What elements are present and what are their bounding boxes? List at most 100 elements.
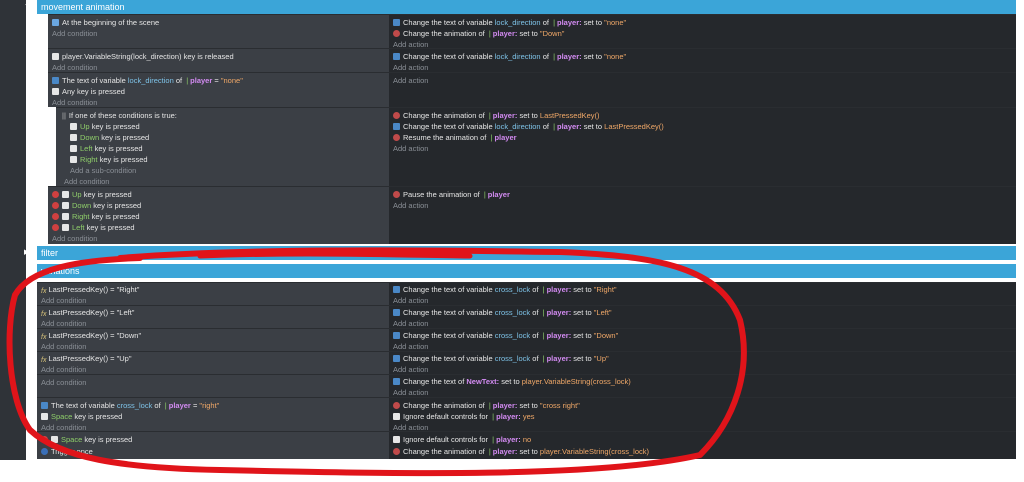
- variable-icon: [393, 123, 400, 130]
- group-variations[interactable]: variations: [37, 264, 1016, 278]
- event-gutter: [0, 0, 28, 460]
- variable-icon: [393, 53, 400, 60]
- event-actions[interactable]: Change the animation of | player: set to …: [389, 397, 1016, 432]
- condition-key-left[interactable]: Left key is pressed: [70, 143, 143, 154]
- function-icon: fx: [41, 311, 47, 318]
- condition-key-released[interactable]: player.VariableString(lock_direction) ke…: [52, 51, 234, 62]
- action-item[interactable]: Change the animation of | player: set to …: [393, 446, 649, 457]
- group-filter[interactable]: filter: [37, 246, 1016, 260]
- event-actions[interactable]: Pause the animation of | player Add actio…: [389, 186, 1016, 244]
- function-icon: fx: [41, 334, 47, 341]
- condition-key-space[interactable]: Space key is pressed: [41, 411, 122, 422]
- action-item[interactable]: Change the animation of | player: set to …: [393, 400, 580, 411]
- event-conditions[interactable]: fx LastPressedKey() = "Down" Add conditio…: [37, 328, 389, 351]
- condition-not-key-space[interactable]: Space key is pressed: [41, 434, 132, 445]
- add-condition-link[interactable]: Add condition: [52, 233, 97, 244]
- condition-variable-compare[interactable]: The text of variable lock_direction of |…: [52, 75, 243, 86]
- add-action-link[interactable]: Add action: [393, 200, 428, 211]
- animation-icon: [393, 112, 400, 119]
- event-conditions[interactable]: fx LastPressedKey() = "Right" Add conditi…: [37, 282, 389, 305]
- action-item[interactable]: Change the text of variable cross_lock o…: [393, 284, 617, 295]
- event-actions[interactable]: Change the text of variable cross_lock o…: [389, 351, 1016, 374]
- add-condition-link[interactable]: Add condition: [52, 28, 97, 39]
- action-item[interactable]: Resume the animation of | player: [393, 132, 517, 143]
- event-conditions[interactable]: At the beginning of the scene Add condit…: [48, 14, 389, 48]
- add-sub-condition-link[interactable]: Add a sub-condition: [70, 165, 136, 176]
- event-conditions[interactable]: Up key is pressed Down key is pressed Ri…: [48, 186, 389, 244]
- event-actions[interactable]: Ignore default controls for | player: no …: [389, 431, 1016, 459]
- condition-variable-compare[interactable]: The text of variable cross_lock of | play…: [41, 400, 219, 411]
- condition-not-key-up[interactable]: Up key is pressed: [52, 189, 132, 200]
- event-conditions[interactable]: fx LastPressedKey() = "Up" Add condition: [37, 351, 389, 374]
- condition-expression[interactable]: fx LastPressedKey() = "Down": [41, 330, 141, 341]
- invert-icon: [52, 224, 59, 231]
- event-actions[interactable]: Change the text of variable cross_lock o…: [389, 328, 1016, 351]
- event-conditions[interactable]: fx LastPressedKey() = "Left" Add conditio…: [37, 305, 389, 328]
- condition-key-up[interactable]: Up key is pressed: [70, 121, 140, 132]
- action-item[interactable]: Change the animation of | player: set to …: [393, 28, 564, 39]
- group-movement-animation[interactable]: movement animation: [37, 0, 1016, 14]
- variable-icon: [393, 19, 400, 26]
- event-conditions[interactable]: Add condition: [37, 374, 389, 397]
- function-icon: fx: [41, 288, 47, 295]
- condition-trigger-once[interactable]: Trigger once: [41, 446, 93, 457]
- keyboard-icon: [62, 213, 69, 220]
- invert-icon: [41, 436, 48, 443]
- add-action-link[interactable]: Add action: [393, 75, 428, 86]
- condition-key-down[interactable]: Down key is pressed: [70, 132, 149, 143]
- variable-icon: [41, 402, 48, 409]
- add-condition-link[interactable]: Add condition: [41, 377, 86, 388]
- event-actions[interactable]: Change the text of variable lock_directi…: [389, 48, 1016, 72]
- add-action-link[interactable]: Add action: [393, 143, 428, 154]
- condition-not-key-right[interactable]: Right key is pressed: [52, 211, 140, 222]
- event-conditions[interactable]: Space key is pressed Trigger once: [37, 431, 389, 459]
- animation-icon: [393, 402, 400, 409]
- event-actions[interactable]: Change the animation of | player: set to …: [389, 107, 1016, 186]
- event-conditions[interactable]: The text of variable lock_direction of |…: [48, 72, 389, 107]
- action-item[interactable]: Change the text of variable cross_lock o…: [393, 307, 612, 318]
- event-actions[interactable]: Change the text of variable cross_lock o…: [389, 305, 1016, 328]
- action-item[interactable]: Change the animation of | player: set to …: [393, 110, 600, 121]
- action-item[interactable]: Change the text of variable lock_directi…: [393, 17, 626, 28]
- condition-key-right[interactable]: Right key is pressed: [70, 154, 148, 165]
- expand-group-icon[interactable]: ▶: [24, 246, 30, 260]
- action-item[interactable]: Ignore default controls for | player: yes: [393, 411, 534, 422]
- keyboard-icon: [70, 145, 77, 152]
- event-conditions[interactable]: || If one of these conditions is true: Up…: [56, 107, 389, 186]
- action-item[interactable]: Change the text of NewText: set to playe…: [393, 376, 631, 387]
- keyboard-icon: [70, 123, 77, 130]
- condition-expression[interactable]: fx LastPressedKey() = "Right": [41, 284, 139, 295]
- action-item[interactable]: Change the text of variable cross_lock o…: [393, 330, 618, 341]
- action-item[interactable]: Change the text of variable cross_lock o…: [393, 353, 609, 364]
- event-actions[interactable]: Add action: [389, 72, 1016, 107]
- invert-icon: [52, 213, 59, 220]
- condition-any-key[interactable]: Any key is pressed: [52, 86, 125, 97]
- condition-expression[interactable]: fx LastPressedKey() = "Up": [41, 353, 132, 364]
- condition-not-key-left[interactable]: Left key is pressed: [52, 222, 135, 233]
- scene-icon: [52, 19, 59, 26]
- condition-scene-start[interactable]: At the beginning of the scene: [52, 17, 159, 28]
- keyboard-icon: [62, 224, 69, 231]
- variable-icon: [393, 286, 400, 293]
- collapse-event-icon[interactable]: ▼: [32, 83, 39, 97]
- controls-icon: [393, 436, 400, 443]
- variable-icon: [393, 355, 400, 362]
- or-condition-header[interactable]: || If one of these conditions is true:: [62, 110, 177, 121]
- text-object-icon: [393, 378, 400, 385]
- action-item[interactable]: Ignore default controls for | player: no: [393, 434, 531, 445]
- event-conditions[interactable]: player.VariableString(lock_direction) ke…: [48, 48, 389, 72]
- variable-icon: [393, 332, 400, 339]
- event-sheet: ▼ movement animation At the beginning of…: [0, 0, 1016, 482]
- event-actions[interactable]: Change the text of variable lock_directi…: [389, 14, 1016, 49]
- animation-icon: [393, 448, 400, 455]
- condition-not-key-down[interactable]: Down key is pressed: [52, 200, 141, 211]
- condition-expression[interactable]: fx LastPressedKey() = "Left": [41, 307, 134, 318]
- event-actions[interactable]: Change the text of variable cross_lock o…: [389, 282, 1016, 305]
- action-item[interactable]: Change the text of variable lock_directi…: [393, 121, 664, 132]
- event-conditions[interactable]: The text of variable cross_lock of | play…: [37, 397, 389, 432]
- event-actions[interactable]: Change the text of NewText: set to playe…: [389, 374, 1016, 397]
- action-item[interactable]: Change the text of variable lock_directi…: [393, 51, 626, 62]
- action-item[interactable]: Pause the animation of | player: [393, 189, 510, 200]
- variable-icon: [393, 309, 400, 316]
- collapse-group-icon[interactable]: ▼: [24, 0, 31, 14]
